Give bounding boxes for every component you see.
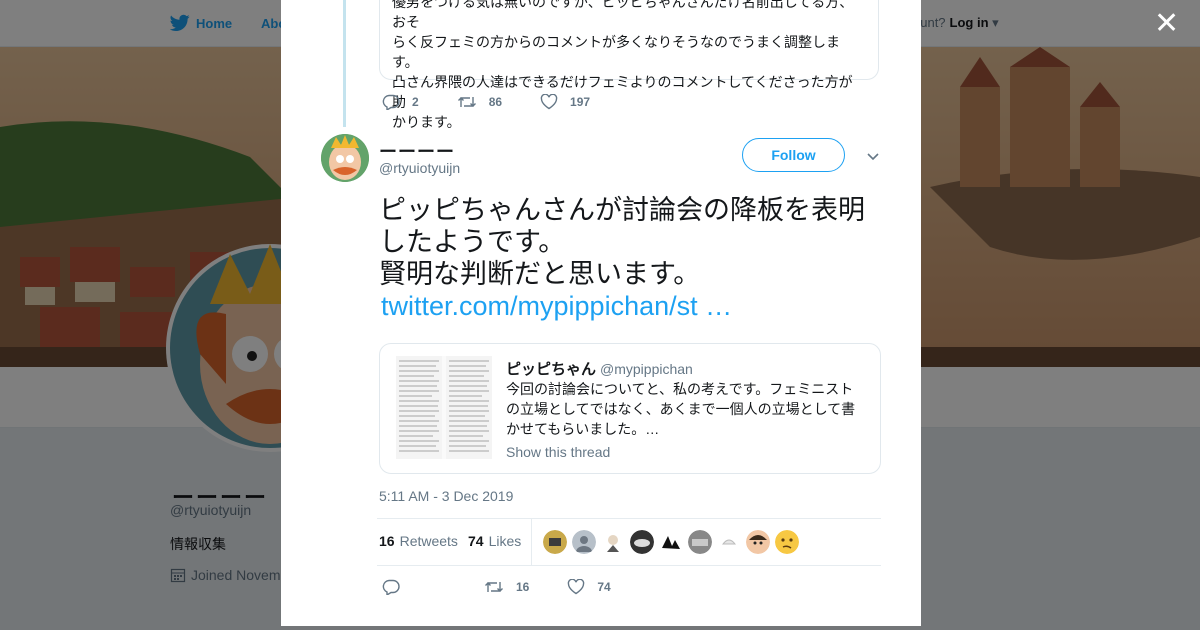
reply-button[interactable]: 2 <box>382 94 419 110</box>
liker-avatar[interactable] <box>572 530 596 554</box>
quoted-tweet-text: 今回の討論会についてと、私の考えです。フェミニスト の立場としてではなく、あくま… <box>506 379 866 439</box>
like-count: 197 <box>570 95 591 109</box>
reply-icon <box>382 579 400 595</box>
like-button[interactable]: 74 <box>567 579 611 595</box>
retweet-icon <box>485 582 503 592</box>
king-avatar-image <box>321 134 369 182</box>
previous-text-line: らく反フェミの方からのコメントが多くなりそうなのでうまく調整します。 <box>392 34 840 70</box>
previous-tweet-actions: 2 86 197 <box>382 94 628 110</box>
document-thumbnail <box>396 356 492 459</box>
likes-stat-label: Likes <box>488 533 522 549</box>
retweets-stat-count: 16 <box>379 533 395 549</box>
liker-avatar[interactable] <box>543 530 567 554</box>
liker-avatar[interactable] <box>630 530 654 554</box>
thread-connector-line <box>343 0 346 127</box>
quoted-text-line: の立場としてではなく、あくまで一個人の立場として書 <box>506 401 856 417</box>
retweet-count: 16 <box>516 580 530 594</box>
previous-tweet-text: 優男をつける気は無いのですが、ピッピちゃんさんだけ名前出してる方、おそ らく反フ… <box>392 0 866 132</box>
quoted-tweet-card[interactable]: ピッピちゃん @mypippichan 今回の討論会についてと、私の考えです。フェ… <box>379 343 881 474</box>
reply-button[interactable] <box>382 579 412 595</box>
close-icon[interactable]: ✕ <box>1154 9 1179 39</box>
retweet-count: 86 <box>488 95 503 109</box>
quoted-text-line: 今回の討論会についてと、私の考えです。フェミニスト <box>506 381 854 397</box>
heart-icon <box>540 94 558 110</box>
stats-divider <box>531 519 532 565</box>
like-count: 74 <box>597 580 611 594</box>
retweets-stat[interactable]: 16 Retweets <box>379 533 458 549</box>
like-button[interactable]: 197 <box>540 94 590 110</box>
quoted-tweet-author: ピッピちゃん @mypippichan <box>506 358 693 379</box>
liker-avatar[interactable] <box>659 530 683 554</box>
tweet-text-line: ピッピちゃんさんが討論会の降板を表明 <box>379 195 865 225</box>
previous-text-line: かります。 <box>392 114 461 130</box>
tweet-stats: 16 Retweets 74 Likes <box>377 518 881 566</box>
retweets-stat-label: Retweets <box>399 533 458 549</box>
liker-avatar[interactable] <box>688 530 712 554</box>
liker-avatar[interactable] <box>775 530 799 554</box>
author-avatar[interactable] <box>321 134 369 182</box>
tweet-timestamp[interactable]: 5:11 AM - 3 Dec 2019 <box>379 488 513 504</box>
retweet-button[interactable]: 86 <box>457 94 502 110</box>
likes-stat-count: 74 <box>468 533 484 549</box>
liker-avatar[interactable] <box>601 530 625 554</box>
likes-stat[interactable]: 74 Likes <box>468 533 521 549</box>
tweet-text-line: したようです。 <box>379 227 566 257</box>
follow-button[interactable]: Follow <box>742 138 845 172</box>
liker-avatars <box>543 530 799 554</box>
reply-icon <box>382 94 400 110</box>
reply-count: 2 <box>412 95 419 109</box>
tweet-modal: 優男をつける気は無いのですが、ピッピちゃんさんだけ名前出してる方、おそ らく反フ… <box>281 0 921 626</box>
liker-avatar[interactable] <box>746 530 770 554</box>
tweet-text: ピッピちゃんさんが討論会の降板を表明 したようです。 賢明な判断だと思います。 … <box>379 194 899 322</box>
quoted-tweet-image <box>396 356 492 459</box>
chevron-down-icon[interactable] <box>865 148 881 164</box>
quoted-author-handle: @mypippichan <box>600 361 693 377</box>
quoted-author-name: ピッピちゃん <box>506 361 597 378</box>
author-handle[interactable]: @rtyuiotyuijn <box>379 160 460 176</box>
tweet-text-line: 賢明な判断だと思います。 <box>379 259 701 289</box>
liker-avatar[interactable] <box>717 530 741 554</box>
quoted-text-line: かせてもらいました。… <box>506 421 660 437</box>
tweet-link[interactable]: twitter.com/mypippichan/st … <box>381 290 899 322</box>
heart-icon <box>568 579 585 595</box>
previous-text-line: 優男をつける気は無いのですが、ピッピちゃんさんだけ名前出してる方、おそ <box>392 0 854 30</box>
retweet-button[interactable]: 16 <box>484 579 529 595</box>
tweet-actions: 16 74 <box>382 579 649 595</box>
retweet-icon <box>457 97 476 107</box>
show-thread-link[interactable]: Show this thread <box>506 444 610 460</box>
previous-tweet-card[interactable]: 優男をつける気は無いのですが、ピッピちゃんさんだけ名前出してる方、おそ らく反フ… <box>379 0 879 130</box>
